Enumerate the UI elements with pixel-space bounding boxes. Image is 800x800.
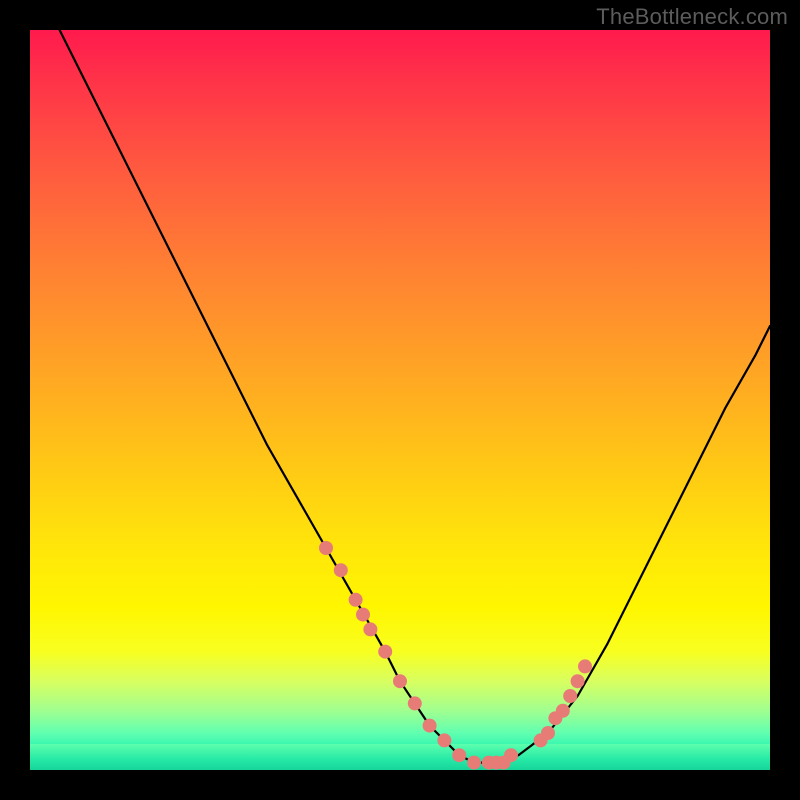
highlight-dot <box>378 645 392 659</box>
chart-svg <box>30 30 770 770</box>
highlight-dot <box>334 563 348 577</box>
highlight-dot <box>363 622 377 636</box>
highlight-dot <box>541 726 555 740</box>
highlight-dot <box>408 696 422 710</box>
watermark-text: TheBottleneck.com <box>596 4 788 30</box>
bottleneck-curve <box>60 30 770 763</box>
highlight-dot <box>571 674 585 688</box>
highlight-dot <box>452 748 466 762</box>
plot-area <box>30 30 770 770</box>
highlight-dot <box>393 674 407 688</box>
highlight-dot <box>437 733 451 747</box>
highlight-dot <box>504 748 518 762</box>
outer-frame: TheBottleneck.com <box>0 0 800 800</box>
highlight-dot <box>349 593 363 607</box>
highlight-dot <box>319 541 333 555</box>
highlight-dot <box>563 689 577 703</box>
highlight-dot <box>356 608 370 622</box>
highlight-dot <box>578 659 592 673</box>
highlight-dot <box>467 756 481 770</box>
highlight-dot <box>556 704 570 718</box>
highlight-dot <box>423 719 437 733</box>
highlight-dots <box>319 541 592 770</box>
